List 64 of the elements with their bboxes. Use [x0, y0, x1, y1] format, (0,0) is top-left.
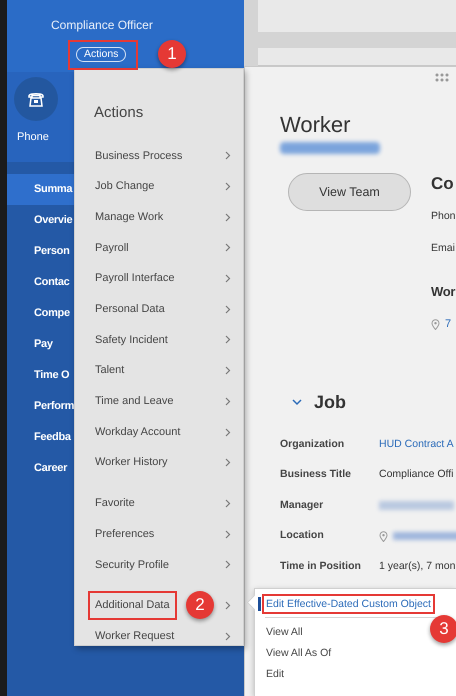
chevron-right-icon[interactable] [225, 428, 231, 437]
chevron-right-icon[interactable] [225, 632, 231, 641]
location-pin-icon [431, 318, 440, 330]
highlight-frame [68, 40, 138, 70]
submenu-item[interactable]: View All As Of [262, 642, 336, 662]
menu-title: Actions [94, 103, 144, 123]
field-label: Business Title [280, 467, 352, 482]
chevron-right-icon[interactable] [225, 335, 231, 344]
section-heading: Wor [431, 282, 456, 300]
chevron-right-icon[interactable] [225, 243, 231, 252]
worker-title: Worker [280, 112, 352, 138]
menu-item[interactable]: Safety Incident [88, 326, 175, 354]
callout-badge: 2 [186, 591, 214, 620]
submenu-item[interactable]: Edit [262, 664, 288, 684]
address-link[interactable]: 7 [445, 316, 452, 332]
menu-item[interactable]: Manage Work [88, 202, 170, 232]
chevron-right-icon[interactable] [225, 304, 231, 314]
chevron-right-icon[interactable] [225, 498, 231, 508]
menu-item[interactable]: Time and Leave [88, 387, 180, 416]
menu-item[interactable]: Talent [88, 356, 132, 385]
phone-icon[interactable] [14, 77, 58, 121]
menu-item[interactable]: Personal Data [88, 295, 172, 324]
actions-button[interactable]: Actions [76, 47, 126, 62]
menu-item[interactable]: Worker Request [88, 622, 182, 650]
menu-item[interactable]: Business Process [88, 142, 190, 170]
field-label: Phon [431, 209, 456, 224]
chevron-right-icon[interactable] [225, 212, 231, 222]
field-label: Emai [431, 240, 456, 256]
field-label: Organization [280, 436, 346, 452]
chevron-down-icon[interactable] [292, 398, 302, 406]
field-label: Time in Position [280, 558, 362, 574]
menu-item[interactable]: Security Profile [88, 550, 176, 580]
menu-item[interactable]: Job Change [88, 172, 162, 201]
menu-item[interactable]: Payroll [88, 234, 136, 262]
menu-item[interactable]: Preferences [88, 520, 162, 548]
menu-item[interactable]: Favorite [88, 489, 142, 518]
role-title: Compliance Officer [51, 17, 153, 34]
blurred-value [393, 532, 456, 540]
section-heading: Co [431, 174, 455, 194]
chevron-right-icon[interactable] [225, 151, 231, 160]
chevron-right-icon[interactable] [225, 396, 231, 406]
field-label: Manager [280, 498, 324, 513]
menu-item[interactable]: Workday Account [88, 418, 188, 446]
chevron-right-icon[interactable] [225, 366, 231, 376]
callout-badge: 3 [430, 615, 456, 643]
field-value: Compliance Offi [379, 467, 454, 482]
field-value: 1 year(s), 7 mon [379, 558, 456, 574]
chevron-right-icon[interactable] [225, 560, 231, 570]
section-heading: Job [314, 390, 346, 414]
view-team-button[interactable]: View Team [288, 173, 411, 211]
location-pin-icon [379, 530, 388, 542]
phone-label: Phone [17, 130, 49, 145]
chevron-right-icon[interactable] [225, 182, 231, 192]
menu-item[interactable]: Payroll Interface [88, 264, 182, 293]
chevron-right-icon[interactable] [225, 458, 231, 468]
field-label: Location [280, 528, 325, 544]
menu-item[interactable]: Additional Data [88, 591, 177, 620]
chevron-right-icon[interactable] [225, 600, 231, 610]
chevron-right-icon[interactable] [225, 274, 231, 284]
grid-menu-icon[interactable] [435, 73, 450, 82]
menu-item[interactable]: Worker History [88, 448, 175, 477]
chevron-right-icon[interactable] [225, 530, 231, 539]
submenu-item[interactable]: View All [262, 622, 307, 642]
field-link[interactable]: HUD Contract A [379, 436, 454, 453]
